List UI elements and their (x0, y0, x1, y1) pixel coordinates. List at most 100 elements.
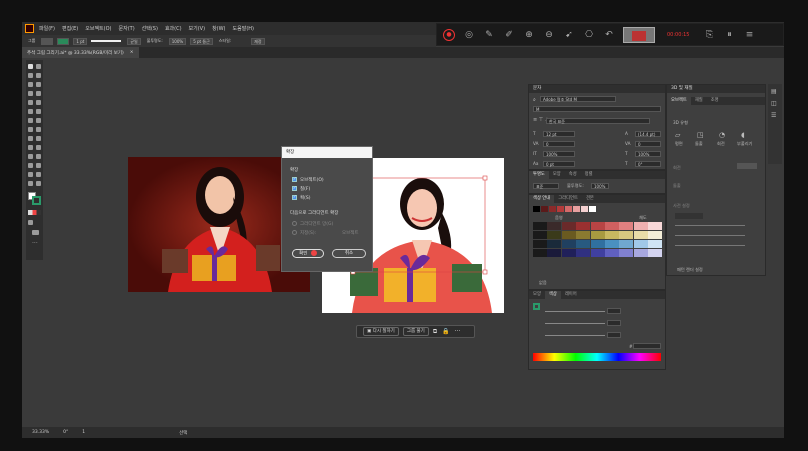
hex-field[interactable] (633, 343, 661, 349)
free-transform-tool-icon[interactable] (36, 127, 41, 132)
edit-icon[interactable]: ✎ (483, 29, 495, 41)
duplicate-icon[interactable]: ⧉ (433, 328, 437, 336)
menu-select[interactable]: 선택(S) (142, 25, 158, 32)
tab-3d-material[interactable]: 재질 (691, 97, 707, 105)
guide-swatch[interactable] (605, 222, 619, 230)
color-spectrum[interactable] (533, 353, 661, 361)
menu-icon[interactable]: ≡ (743, 29, 755, 41)
gradient-mesh-radio[interactable] (292, 221, 297, 226)
guide-swatch[interactable] (561, 231, 576, 239)
rectangle-tool-icon[interactable] (28, 100, 33, 105)
blue-field[interactable] (607, 332, 621, 338)
guide-swatch[interactable] (605, 249, 619, 257)
guide-swatch[interactable] (633, 231, 648, 239)
eraser-tool-icon[interactable] (36, 109, 41, 114)
gradient-tool-icon[interactable] (36, 145, 41, 150)
guide-swatch[interactable] (590, 240, 605, 248)
harmony-swatches[interactable] (533, 206, 603, 212)
undo-icon[interactable]: ↶ (603, 29, 615, 41)
guide-swatch[interactable] (605, 240, 619, 248)
selection-tool-icon[interactable] (28, 64, 33, 69)
tab-transparency[interactable]: 투명도 (529, 171, 549, 179)
brush-tool-icon[interactable] (36, 100, 41, 105)
tab-layers[interactable]: 레이어 (561, 291, 581, 299)
guide-swatch[interactable] (633, 249, 648, 257)
guide-swatch[interactable] (619, 231, 634, 239)
guide-swatch[interactable] (605, 231, 619, 239)
curvature-tool-icon[interactable] (36, 82, 41, 87)
red-field[interactable] (607, 308, 621, 314)
red-slider[interactable] (545, 311, 605, 312)
eyedropper-tool-icon[interactable] (28, 154, 33, 159)
guide-swatch[interactable] (590, 249, 605, 257)
inflate-icon[interactable]: ◖ (741, 131, 745, 139)
plane-icon[interactable]: ▱ (675, 131, 680, 139)
guide-swatch[interactable] (576, 249, 591, 257)
3d-settings-icons[interactable] (737, 163, 757, 169)
guide-swatch[interactable] (648, 222, 663, 230)
record-icon[interactable]: ● (443, 28, 455, 41)
harmony-swatch[interactable] (541, 206, 548, 212)
guide-swatch[interactable] (561, 222, 576, 230)
stroke-style-select[interactable]: 균일 (127, 37, 141, 45)
zoom-tool-icon[interactable] (36, 181, 41, 186)
symbol-sprayer-tool-icon[interactable] (28, 163, 33, 168)
document-tab[interactable]: 추석 그림 그리기.ai* @ 33.33%(RGB/미리 보기) × (22, 47, 139, 58)
guide-swatch[interactable] (576, 231, 591, 239)
zoom-in-icon[interactable]: ⊕ (523, 29, 535, 41)
guide-swatch[interactable] (576, 222, 591, 230)
opacity-field[interactable]: 100% (591, 183, 609, 189)
blue-slider[interactable] (545, 335, 605, 336)
lasso-tool-icon[interactable] (36, 73, 41, 78)
expand-stroke-checkbox[interactable] (292, 194, 297, 200)
menu-file[interactable]: 파일(F) (39, 25, 55, 32)
arrange-button[interactable]: 재정 (251, 37, 265, 45)
search-icon[interactable]: ⌕ (533, 97, 536, 103)
stroke-style-preview[interactable] (91, 40, 122, 42)
scale-tool-icon[interactable] (36, 118, 41, 123)
pen-tool-icon[interactable] (28, 82, 33, 87)
lock-icon[interactable]: 🔒 (442, 328, 449, 335)
tab-appearance-2[interactable]: 모양 (529, 291, 545, 299)
rotate-tool-icon[interactable] (28, 118, 33, 123)
revolve-icon[interactable]: ◔ (719, 131, 725, 139)
rotation-y-slider[interactable] (675, 235, 745, 236)
mesh-tool-icon[interactable] (28, 145, 33, 150)
menu-view[interactable]: 보기(V) (189, 25, 206, 32)
menu-type[interactable]: 문자(T) (119, 25, 135, 32)
camera-icon[interactable]: ⎔ (583, 29, 595, 41)
horizontal-scale-field[interactable]: 100% (635, 151, 661, 157)
perspective-tool-icon[interactable] (36, 136, 41, 141)
stroke-color-icon[interactable] (32, 196, 41, 205)
color-guide-grid[interactable] (533, 222, 663, 258)
menu-help[interactable]: 도움말(H) (233, 25, 254, 32)
harmony-swatch[interactable] (589, 206, 596, 212)
guide-swatch[interactable] (547, 222, 562, 230)
tab-3d-lighting[interactable]: 조명 (707, 97, 723, 105)
expand-fill-checkbox[interactable] (292, 185, 297, 191)
kerning-field[interactable]: 0 (543, 141, 575, 147)
green-field[interactable] (607, 320, 621, 326)
guide-swatch[interactable] (648, 231, 663, 239)
menu-object[interactable]: 오브젝트(O) (85, 25, 111, 32)
graph-tool-icon[interactable] (36, 163, 41, 168)
leading-field[interactable]: (14.4 pt) (635, 131, 661, 137)
brush-select[interactable]: 5 pt 둥근 (190, 37, 213, 45)
direct-selection-tool-icon[interactable] (36, 64, 41, 69)
type-tool-icon[interactable] (28, 91, 33, 96)
stroke-swatch[interactable] (57, 37, 70, 45)
line-tool-icon[interactable] (36, 91, 41, 96)
cursor-icon[interactable]: ➹ (563, 29, 575, 41)
stroke-size-field[interactable]: 1 pt (73, 37, 88, 45)
rotation-x-slider[interactable] (675, 225, 745, 226)
recording-thumbnail[interactable] (623, 26, 655, 43)
slice-tool-icon[interactable] (36, 172, 41, 177)
draw-mode-icon[interactable] (28, 220, 33, 225)
guide-swatch[interactable] (633, 222, 648, 230)
screenshot-icon[interactable]: ⎘ (703, 29, 715, 41)
harmony-swatch[interactable] (573, 206, 580, 212)
guide-swatch[interactable] (576, 240, 591, 248)
hand-tool-icon[interactable] (28, 181, 33, 186)
menu-window[interactable]: 창(W) (212, 25, 225, 32)
guide-swatch[interactable] (590, 222, 605, 230)
